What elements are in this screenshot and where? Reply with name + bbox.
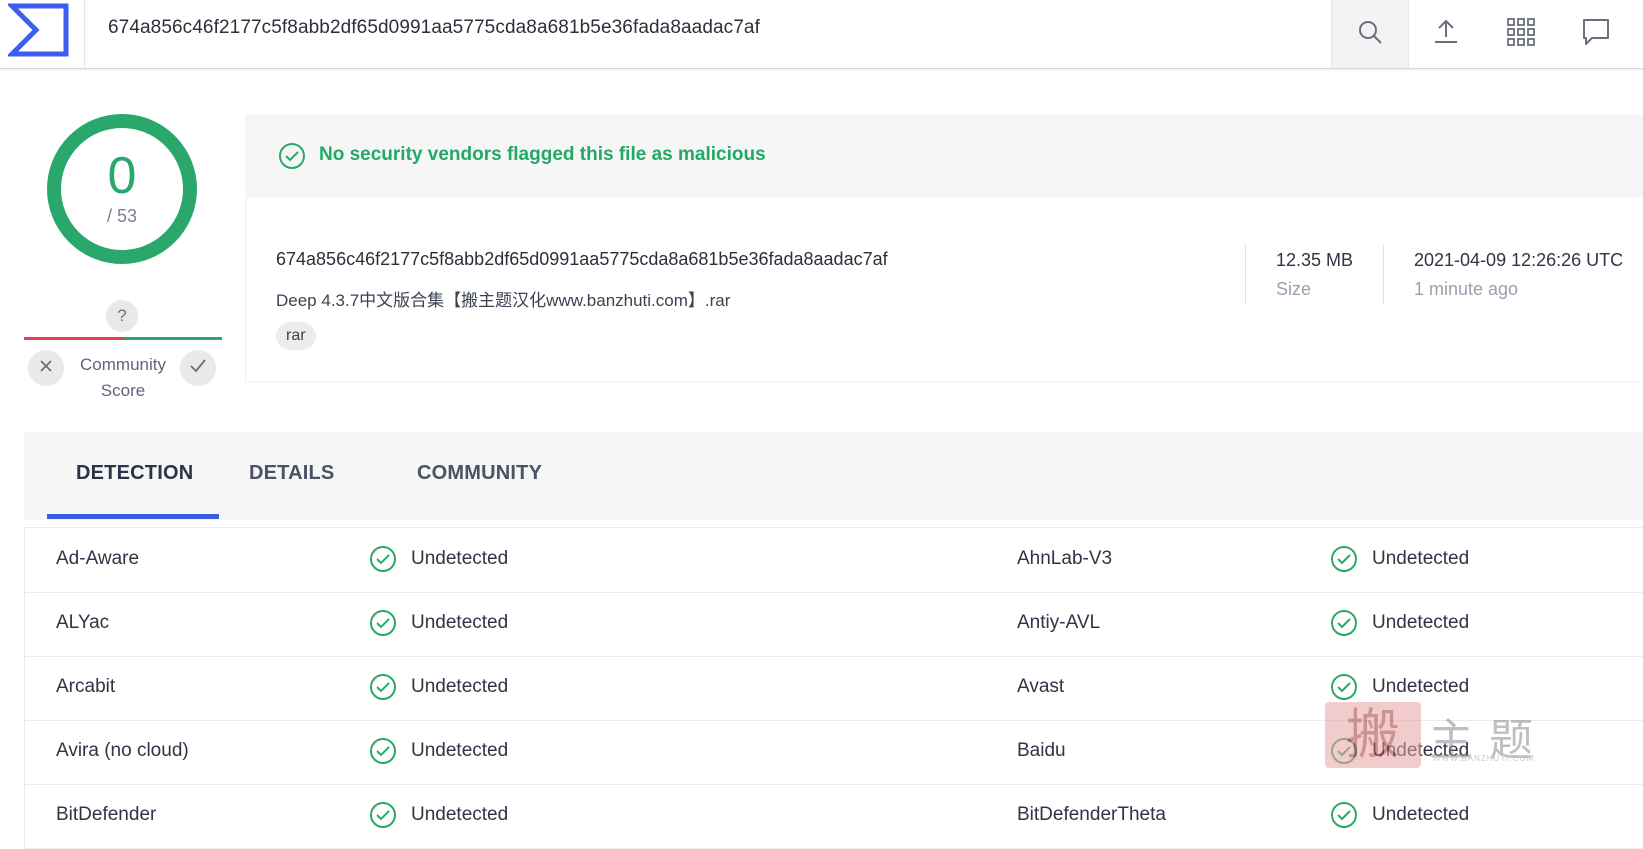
detection-status: Undetected [1372, 804, 1470, 825]
vendor-name: Ad-Aware [56, 548, 140, 569]
upload-icon [1432, 18, 1460, 51]
detection-status: Undetected [411, 676, 509, 697]
detection-table: Ad-Aware Undetected AhnLab-V3 Undetected… [24, 527, 1643, 849]
vendor-name: ALYac [56, 612, 110, 633]
search-input[interactable]: 674a856c46f2177c5f8abb2df65d0991aa5775cd… [108, 17, 760, 39]
analysis-date-relative: 1 minute ago [1414, 279, 1519, 299]
check-circle-icon [369, 673, 397, 701]
detection-status: Undetected [411, 804, 509, 825]
community-score-label: Community Score [80, 355, 166, 400]
check-circle-icon [369, 609, 397, 637]
check-circle-icon [1330, 673, 1358, 701]
check-circle-icon [1330, 609, 1358, 637]
table-row: Arcabit Undetected Avast Undetected [25, 656, 1643, 721]
tab-details[interactable]: DETAILS [249, 462, 334, 485]
check-circle-icon [369, 737, 397, 765]
meta-divider [1245, 244, 1246, 304]
virustotal-logo-icon[interactable] [5, 2, 70, 58]
check-circle-icon [369, 545, 397, 573]
check-circle-icon [1330, 737, 1358, 765]
verdict-banner: No security vendors flagged this file as… [245, 114, 1643, 198]
file-size-value: 12.35 MB [1276, 250, 1354, 270]
engine-total: / 53 [106, 206, 138, 226]
search-button[interactable] [1331, 0, 1409, 68]
detection-status: Undetected [1372, 676, 1470, 697]
vendor-name: Avira (no cloud) [56, 740, 189, 761]
vote-malicious-button[interactable] [28, 350, 64, 386]
check-circle-icon [1330, 801, 1358, 829]
upload-button[interactable] [1408, 0, 1484, 68]
file-size-label: Size [1276, 279, 1312, 299]
community-negative-bar [24, 337, 123, 340]
verdict-text: No security vendors flagged this file as… [319, 144, 766, 165]
detection-status: Undetected [411, 612, 509, 633]
vendor-name: BitDefenderTheta [1017, 804, 1166, 825]
vendor-name: Antiy-AVL [1017, 612, 1101, 633]
detection-status: Undetected [411, 548, 509, 569]
table-row: Ad-Aware Undetected AhnLab-V3 Undetected [25, 528, 1643, 593]
vendor-name: AhnLab-V3 [1017, 548, 1113, 569]
check-circle-icon [1330, 545, 1358, 573]
table-row: Avira (no cloud) Undetected Baidu Undete… [25, 720, 1643, 785]
detection-status: Undetected [411, 740, 509, 761]
file-type-tag[interactable]: rar [276, 322, 316, 350]
chat-icon [1581, 17, 1611, 52]
header-divider [84, 0, 85, 68]
checkmark-icon [190, 358, 206, 378]
search-icon [1357, 19, 1383, 50]
tab-detection[interactable]: DETECTION [76, 462, 193, 485]
community-positive-bar [123, 337, 222, 340]
vendor-name: Baidu [1017, 740, 1066, 761]
check-circle-icon [369, 801, 397, 829]
analysis-date-value: 2021-04-09 12:26:26 UTC [1414, 250, 1624, 270]
vote-harmless-button[interactable] [180, 350, 216, 386]
vendor-name: Avast [1017, 676, 1065, 697]
detection-status: Undetected [1372, 612, 1470, 633]
detection-status: Undetected [1372, 740, 1470, 761]
detection-count: 0 [107, 147, 137, 205]
community-score-help[interactable]: ? [106, 300, 138, 332]
tab-community[interactable]: COMMUNITY [417, 462, 542, 485]
close-icon [39, 359, 53, 378]
file-hash: 674a856c46f2177c5f8abb2df65d0991aa5775cd… [276, 249, 888, 269]
check-circle-icon [278, 142, 306, 175]
active-tab-indicator [47, 514, 219, 519]
file-name: Deep 4.3.7中文版合集【搬主题汉化www.banzhuti.com】.r… [276, 291, 731, 310]
vendor-name: BitDefender [56, 804, 157, 825]
community-score-bar [24, 337, 222, 340]
table-row: BitDefender Undetected BitDefenderTheta … [25, 784, 1643, 849]
meta-divider [1383, 244, 1384, 304]
detection-status: Undetected [1372, 548, 1470, 569]
apps-button[interactable] [1483, 0, 1559, 68]
vendor-name: Arcabit [56, 676, 116, 697]
top-bar: 674a856c46f2177c5f8abb2df65d0991aa5775cd… [0, 0, 1643, 69]
report-tabs: DETECTION DETAILS COMMUNITY [24, 432, 1643, 520]
chat-button[interactable] [1558, 0, 1634, 68]
table-row: ALYac Undetected Antiy-AVL Undetected [25, 592, 1643, 657]
apps-grid-icon [1507, 17, 1535, 51]
